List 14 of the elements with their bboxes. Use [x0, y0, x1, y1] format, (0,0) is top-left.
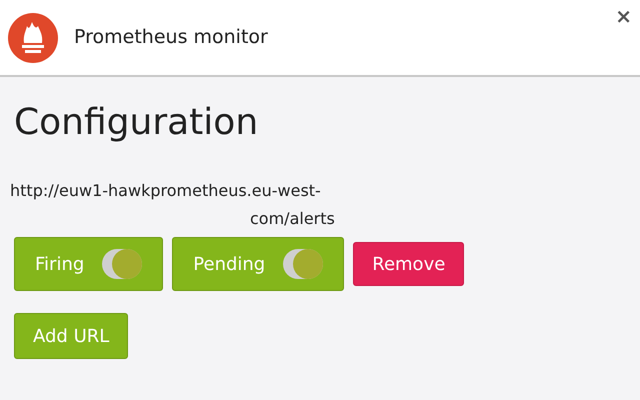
url-text: http://euw1-hawkprometheus.eu-west- — [10, 180, 322, 202]
toggle-switch[interactable] — [102, 249, 142, 279]
toggle-switch[interactable] — [283, 249, 324, 279]
toggle-label: Firing — [35, 252, 84, 276]
remove-button[interactable]: Remove — [353, 242, 464, 286]
url-text: com/alerts — [250, 208, 336, 230]
toggle-button[interactable]: Firing — [14, 237, 164, 291]
window-title: Prometheus monitor — [74, 25, 268, 50]
toggle-label: Pending — [193, 252, 266, 276]
close-button[interactable]: × — [615, 6, 632, 26]
flame-logo-icon — [8, 12, 58, 62]
page-heading: Configuration — [14, 105, 260, 141]
add-url-button[interactable]: Add URL — [14, 313, 128, 359]
toggle-button[interactable]: Pending — [172, 237, 344, 291]
